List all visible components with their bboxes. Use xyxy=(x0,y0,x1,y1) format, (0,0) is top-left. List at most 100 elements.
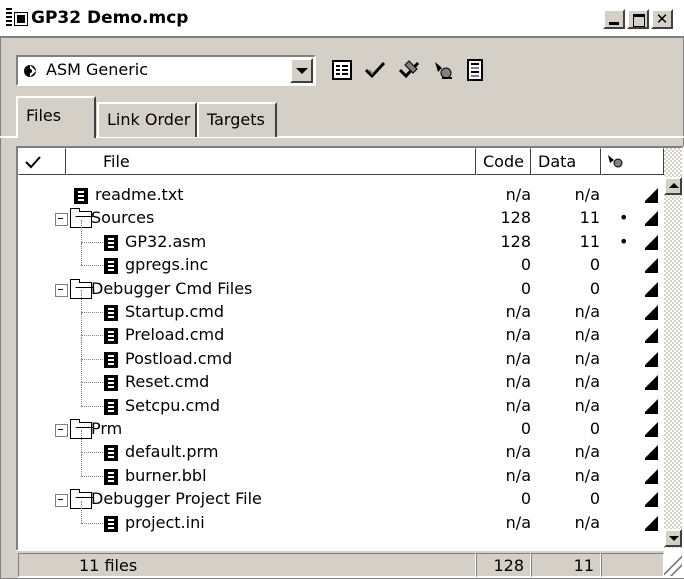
tab-link-order[interactable]: Link Order xyxy=(97,102,197,137)
debug-toggle-icon[interactable] xyxy=(645,188,658,203)
collapse-icon[interactable] xyxy=(55,494,68,508)
debug-toggle-icon[interactable] xyxy=(645,468,658,484)
debug-toggle-icon[interactable] xyxy=(645,375,658,391)
data-size: 0 xyxy=(589,278,600,298)
window-menu-icon[interactable] xyxy=(14,12,28,26)
column-header-touch[interactable] xyxy=(18,148,66,175)
column-header-data[interactable]: Data xyxy=(531,148,601,175)
close-button[interactable]: ✕ xyxy=(651,9,673,29)
scroll-down-button[interactable] xyxy=(664,529,682,547)
debug-toggle-icon[interactable] xyxy=(645,492,658,508)
debug-toggle-icon[interactable] xyxy=(645,281,658,297)
checkmark-icon[interactable] xyxy=(363,58,387,82)
tree-connector xyxy=(81,453,82,476)
data-size: n/a xyxy=(574,395,600,415)
project-inspector-icon[interactable] xyxy=(463,58,487,82)
target-select-value: ASM Generic xyxy=(46,60,149,79)
resize-grip[interactable] xyxy=(664,556,682,576)
tree-folder-row[interactable]: Debugger Cmd Files 0 0 xyxy=(18,278,664,301)
code-size: 0 xyxy=(520,255,531,275)
tree-file-row[interactable]: burner.bbl n/a n/a xyxy=(18,453,664,488)
tree-file-row[interactable]: Postload.cmd n/a n/a xyxy=(18,336,664,371)
tree-item-label: gpregs.inc xyxy=(125,255,209,275)
tree-item-label: GP32.asm xyxy=(125,231,207,251)
tree-connector xyxy=(81,265,103,267)
tree-file-row[interactable]: default.prm n/a n/a xyxy=(18,430,664,464)
tree-item-label: burner.bbl xyxy=(125,465,207,485)
tree-connector xyxy=(81,360,82,383)
debug-toggle-icon[interactable] xyxy=(645,258,658,274)
tree-file-row[interactable]: Reset.cmd n/a n/a xyxy=(18,360,664,394)
column-header-code[interactable]: Code xyxy=(476,148,531,175)
target-icon xyxy=(24,65,36,77)
data-size: 0 xyxy=(589,419,600,438)
tree-connector xyxy=(81,241,103,243)
data-size: n/a xyxy=(574,372,600,392)
tree-item-label: Prm xyxy=(91,419,123,438)
data-size: n/a xyxy=(574,325,600,345)
make-icon[interactable] xyxy=(397,58,421,82)
window-title: GP32 Demo.mcp xyxy=(31,8,189,28)
tree-connector xyxy=(81,312,103,313)
tree-item-label: Reset.cmd xyxy=(125,372,210,392)
tree-file-row[interactable]: Startup.cmd n/a n/a xyxy=(18,290,664,324)
debug-icon[interactable] xyxy=(432,58,456,82)
tree-connector xyxy=(81,336,82,359)
tree-file-row[interactable]: Preload.cmd n/a n/a xyxy=(18,313,664,347)
tree-folder-row[interactable]: Debugger Project File 0 0 xyxy=(18,488,664,511)
tree-connector xyxy=(81,290,82,312)
code-size: n/a xyxy=(505,395,531,415)
maximize-button[interactable] xyxy=(627,9,649,29)
tree-file-row[interactable]: gpregs.inc 0 0 xyxy=(18,243,664,277)
tree-file-row[interactable]: Setcpu.cmd n/a n/a xyxy=(18,383,664,418)
tree-folder-row[interactable]: Prm 0 0 xyxy=(18,418,664,441)
data-size: 11 xyxy=(579,231,600,251)
collapse-icon[interactable] xyxy=(55,283,68,297)
debug-toggle-icon[interactable] xyxy=(645,398,658,414)
minimize-button[interactable] xyxy=(603,9,625,29)
tree-connector xyxy=(81,243,82,266)
debug-toggle-icon[interactable] xyxy=(645,211,658,227)
debug-toggle-icon[interactable] xyxy=(645,422,658,437)
vertical-scrollbar[interactable] xyxy=(664,148,682,548)
checkmark-icon xyxy=(25,156,41,169)
debug-toggle-icon[interactable] xyxy=(645,305,658,320)
tree-folder-row[interactable]: Sources 128 11 • xyxy=(18,207,664,230)
debug-toggle-icon[interactable] xyxy=(645,515,658,531)
debug-toggle-icon[interactable] xyxy=(645,328,658,344)
tree-item-label: Debugger Project File xyxy=(91,489,262,509)
tree-file-row[interactable]: GP32.asm 128 11 • xyxy=(18,219,664,254)
tree-connector xyxy=(81,500,82,523)
debug-toggle-icon[interactable] xyxy=(645,351,658,367)
file-icon xyxy=(104,351,118,368)
tree-item-label: Setcpu.cmd xyxy=(125,395,220,415)
tree-file-row[interactable]: project.ini n/a n/a xyxy=(18,500,664,535)
collapse-icon[interactable] xyxy=(55,424,68,437)
footer-file-count: 11 files xyxy=(18,553,476,577)
debug-toggle-icon[interactable] xyxy=(645,234,658,250)
debug-toggle-icon[interactable] xyxy=(645,445,658,461)
footer-data-total: 11 xyxy=(531,553,601,577)
footer-code-total: 128 xyxy=(476,553,531,577)
tab-targets[interactable]: Targets xyxy=(197,102,277,137)
tree-item-label: Sources xyxy=(91,208,155,228)
tree-connector xyxy=(81,382,103,384)
data-size: 0 xyxy=(589,255,600,275)
collapse-icon[interactable] xyxy=(55,213,68,227)
grip-icon[interactable] xyxy=(6,8,12,28)
tree-file-row[interactable]: readme.txt n/a n/a xyxy=(18,184,664,207)
file-icon xyxy=(104,445,118,462)
tree-connector xyxy=(81,383,82,406)
tab-files[interactable]: Files xyxy=(16,96,96,138)
file-icon xyxy=(104,258,118,275)
target-settings-icon[interactable] xyxy=(330,58,354,82)
code-size: 0 xyxy=(520,489,531,509)
column-header-debug[interactable] xyxy=(601,148,664,175)
tree-connector xyxy=(81,313,82,336)
tree-item-label: default.prm xyxy=(125,442,219,462)
chevron-down-icon[interactable] xyxy=(290,58,313,83)
file-icon xyxy=(74,188,88,204)
scroll-up-button[interactable] xyxy=(664,177,682,195)
tree-item-label: Startup.cmd xyxy=(125,302,225,321)
column-header-file[interactable]: File xyxy=(66,148,476,175)
